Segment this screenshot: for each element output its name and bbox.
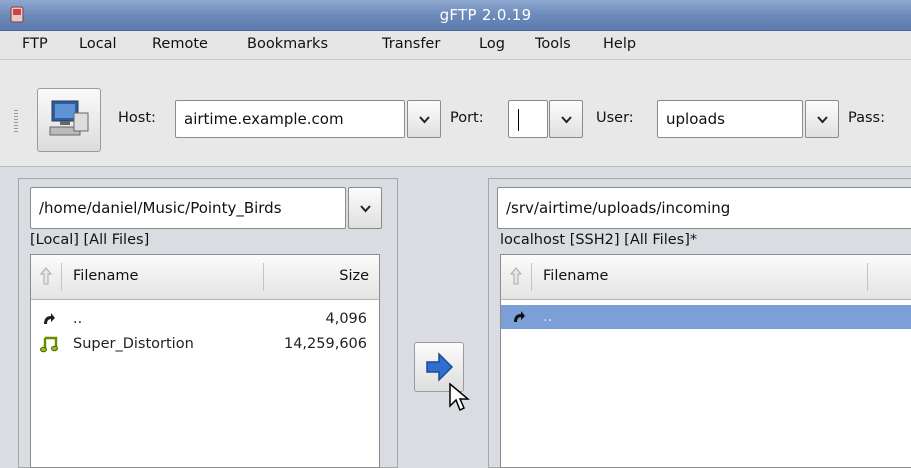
parent-dir-arrow-icon bbox=[514, 311, 525, 322]
local-path-input[interactable]: /home/daniel/Music/Pointy_Birds bbox=[30, 187, 346, 229]
remote-status: localhost [SSH2] [All Files]* bbox=[500, 232, 698, 248]
port-label: Port: bbox=[450, 110, 484, 126]
file-name: .. bbox=[543, 309, 553, 325]
music-note-icon bbox=[40, 336, 58, 353]
sort-arrow-icon[interactable] bbox=[39, 266, 53, 286]
menu-tools[interactable]: Tools bbox=[535, 36, 571, 52]
connection-toolbar: Host: airtime.example.com Port: User: up… bbox=[0, 60, 911, 167]
menu-ftp[interactable]: FTP bbox=[22, 36, 48, 52]
remote-path-input[interactable]: /srv/airtime/uploads/incoming bbox=[497, 187, 911, 229]
list-item[interactable]: Super_Distortion 14,259,606 bbox=[31, 332, 379, 356]
host-dropdown-button[interactable] bbox=[407, 100, 441, 138]
user-label: User: bbox=[596, 110, 634, 126]
column-separator bbox=[867, 263, 868, 291]
column-separator bbox=[531, 263, 532, 291]
local-file-list[interactable]: Filename Size .. 4,096 Super_Distortion … bbox=[30, 254, 380, 468]
sort-arrow-icon[interactable] bbox=[509, 266, 523, 286]
pass-label: Pass: bbox=[848, 110, 885, 126]
user-dropdown-button[interactable] bbox=[805, 100, 839, 138]
remote-file-list[interactable]: Filename .. bbox=[500, 254, 911, 468]
mouse-pointer-icon bbox=[449, 382, 470, 412]
menu-local[interactable]: Local bbox=[79, 36, 117, 52]
column-separator bbox=[61, 263, 62, 291]
chevron-down-icon bbox=[817, 116, 828, 124]
chevron-down-icon bbox=[561, 116, 572, 124]
list-item[interactable]: .. 4,096 bbox=[31, 307, 379, 331]
port-input[interactable] bbox=[508, 100, 548, 138]
list-item[interactable]: .. bbox=[501, 305, 911, 329]
host-label: Host: bbox=[118, 110, 156, 126]
local-path-dropdown-button[interactable] bbox=[348, 187, 382, 229]
local-filename-header[interactable]: Filename bbox=[73, 268, 138, 284]
menu-transfer[interactable]: Transfer bbox=[382, 36, 440, 52]
chevron-down-icon bbox=[360, 205, 371, 213]
column-separator bbox=[263, 263, 264, 291]
parent-dir-arrow-icon bbox=[44, 313, 55, 324]
chevron-down-icon bbox=[419, 116, 430, 124]
menu-bookmarks[interactable]: Bookmarks bbox=[247, 36, 328, 52]
menu-remote[interactable]: Remote bbox=[152, 36, 208, 52]
user-input[interactable]: uploads bbox=[657, 100, 803, 138]
port-dropdown-button[interactable] bbox=[549, 100, 583, 138]
file-name: .. bbox=[73, 311, 83, 327]
local-status: [Local] [All Files] bbox=[30, 232, 150, 248]
local-size-header[interactable]: Size bbox=[339, 268, 369, 284]
host-input[interactable]: airtime.example.com bbox=[175, 100, 405, 138]
window-title: gFTP 2.0.19 bbox=[439, 6, 532, 24]
local-column-header: Filename Size bbox=[31, 255, 379, 300]
computer-connect-icon bbox=[49, 100, 89, 136]
file-size: 14,259,606 bbox=[283, 336, 367, 352]
title-bar: gFTP 2.0.19 bbox=[0, 0, 911, 31]
remote-column-header: Filename bbox=[501, 255, 911, 300]
menu-log[interactable]: Log bbox=[479, 36, 505, 52]
file-name: Super_Distortion bbox=[73, 336, 194, 352]
menu-help[interactable]: Help bbox=[603, 36, 636, 52]
menu-bar: FTP Local Remote Bookmarks Transfer Log … bbox=[0, 31, 911, 60]
file-size: 4,096 bbox=[325, 311, 367, 327]
remote-filename-header[interactable]: Filename bbox=[543, 268, 608, 284]
connect-button[interactable] bbox=[37, 88, 101, 152]
text-cursor bbox=[518, 109, 519, 131]
toolbar-grip[interactable] bbox=[14, 110, 18, 132]
